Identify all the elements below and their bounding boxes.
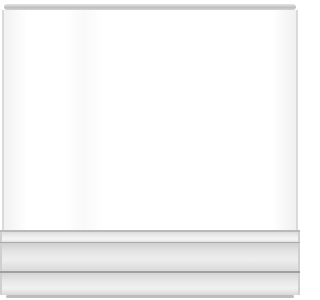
bottom-housing-strip [0, 273, 300, 295]
upper-trim-strip [0, 232, 300, 242]
bottom-edge [6, 295, 294, 298]
front-panel [2, 10, 298, 230]
panel-reflection [64, 10, 104, 230]
air-conditioner-unit [0, 0, 300, 300]
air-outlet-louver-area [0, 230, 300, 298]
air-louver-flap [0, 243, 300, 271]
